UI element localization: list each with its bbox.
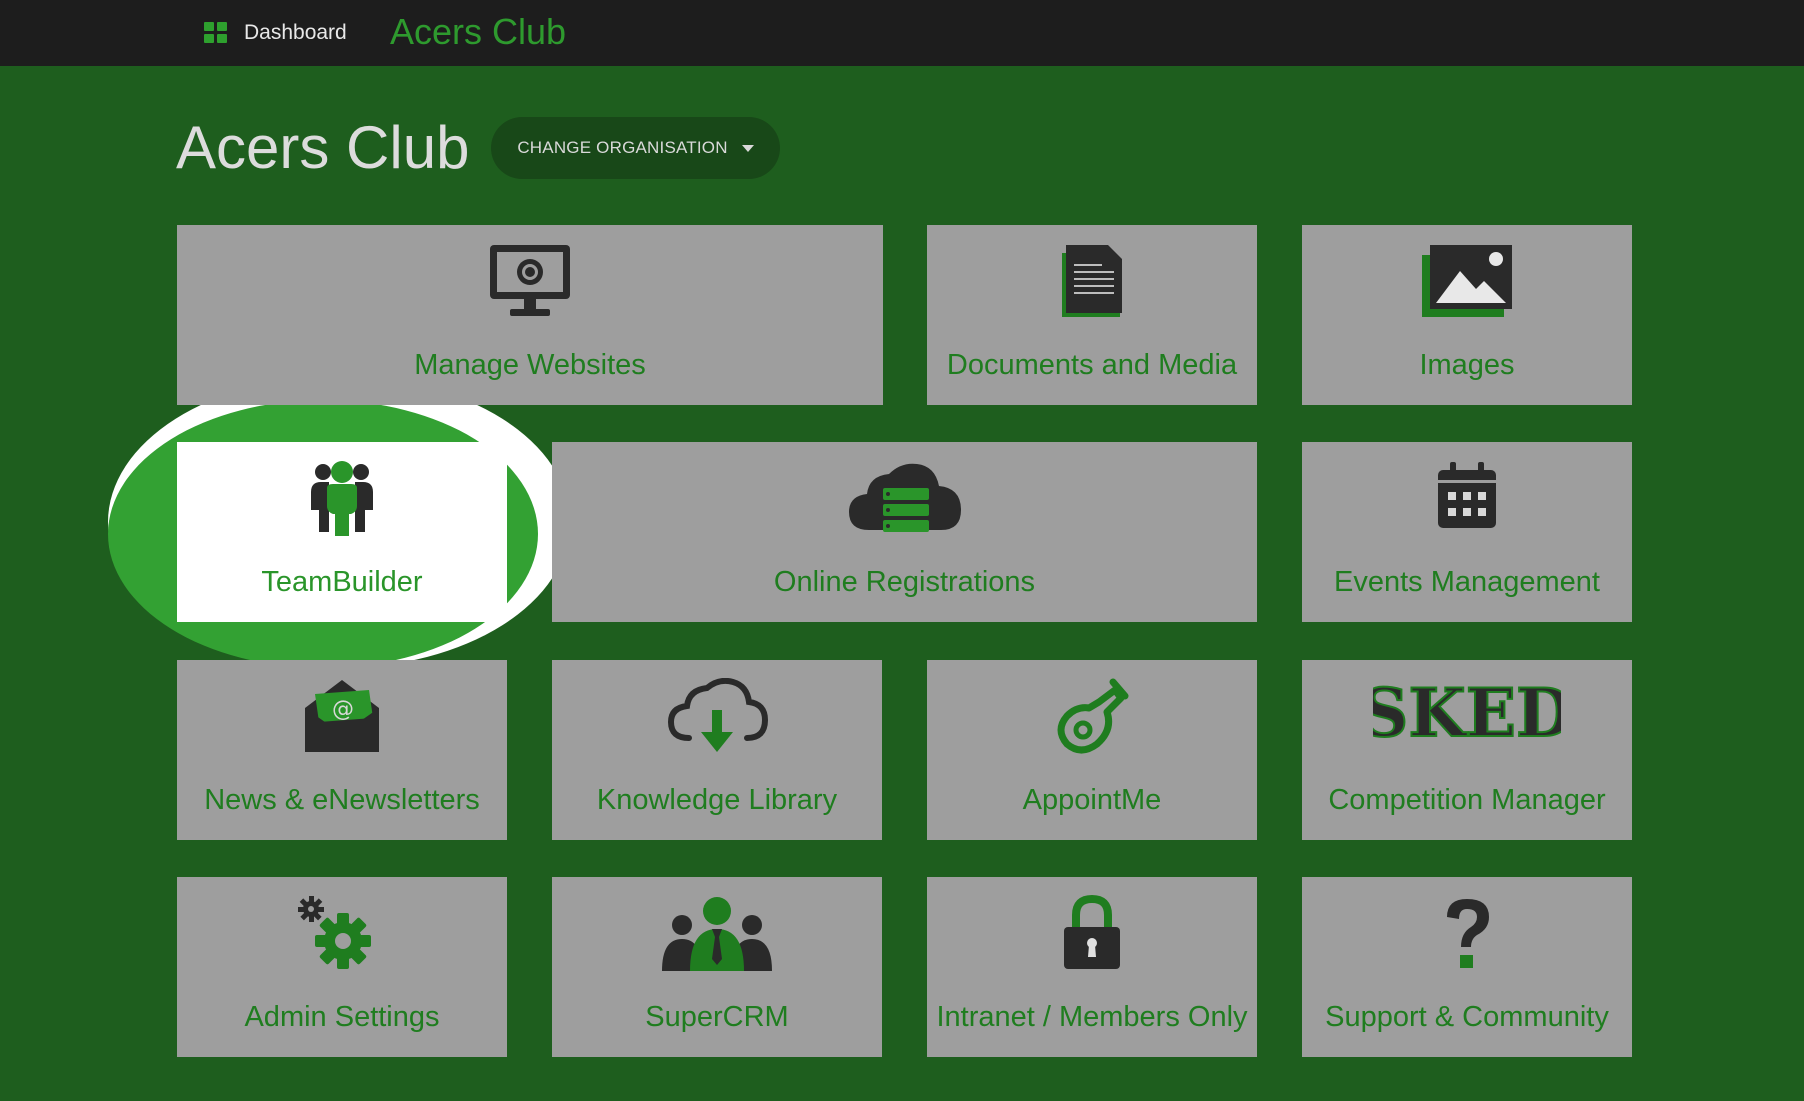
question-icon	[1447, 899, 1489, 968]
tile-label: News & eNewsletters	[204, 784, 480, 816]
sked-logo: SKED	[1373, 678, 1561, 748]
monitor-icon	[490, 245, 570, 316]
page-title: Acers Club	[176, 114, 470, 181]
tile-events-management[interactable]: Events Management	[1302, 442, 1632, 622]
top-navbar: Dashboard Acers Club	[0, 0, 1804, 66]
tile-label: Events Management	[1334, 566, 1600, 598]
gears-icon	[298, 896, 372, 969]
tile-label: Knowledge Library	[596, 784, 838, 816]
tile-appointme[interactable]: AppointMe	[927, 660, 1257, 840]
tile-news-enewsletters[interactable]: @ News & eNewsletters	[177, 660, 507, 840]
tile-manage-websites[interactable]: Manage Websites	[177, 225, 883, 405]
tile-label: Support & Community	[1325, 1001, 1609, 1033]
image-icon	[1422, 245, 1512, 317]
cloud-download-icon	[667, 678, 769, 752]
tile-support-community[interactable]: Support & Community	[1302, 877, 1632, 1057]
tile-label: TeamBuilder	[261, 566, 423, 598]
tile-label: Online Registrations	[773, 566, 1036, 598]
envelope-icon: @	[305, 680, 379, 752]
tile-documents-and-media[interactable]: Documents and Media	[927, 225, 1257, 405]
calendar-icon	[1438, 462, 1496, 528]
tile-online-registrations[interactable]: Online Registrations	[552, 442, 1257, 622]
tile-competition-manager[interactable]: SKED Competition Manager	[1302, 660, 1632, 840]
tile-label: Manage Websites	[414, 349, 646, 381]
tile-images[interactable]: Images	[1302, 225, 1632, 405]
grid-icon	[204, 22, 228, 44]
team-icon	[311, 461, 373, 536]
tile-teambuilder[interactable]: TeamBuilder	[177, 442, 507, 622]
tile-intranet-members-only[interactable]: Intranet / Members Only	[927, 877, 1257, 1057]
caret-down-icon	[741, 144, 754, 152]
svg-text:@: @	[332, 697, 354, 722]
change-organisation-button[interactable]: CHANGE ORGANISATION	[491, 117, 780, 179]
tile-admin-settings[interactable]: Admin Settings	[177, 877, 507, 1057]
tile-label: Competition Manager	[1328, 784, 1606, 816]
tile-label: Intranet / Members Only	[936, 1001, 1248, 1033]
brand-link[interactable]: Acers Club	[390, 10, 566, 54]
tile-knowledge-library[interactable]: Knowledge Library	[552, 660, 882, 840]
dashboard-link[interactable]: Dashboard	[204, 21, 347, 45]
svg-text:SKED: SKED	[1373, 678, 1561, 748]
dashboard-label: Dashboard	[244, 21, 347, 44]
tile-label: Admin Settings	[244, 1001, 440, 1033]
tile-label: Documents and Media	[946, 349, 1238, 381]
tile-label: Images	[1419, 349, 1515, 381]
people-icon	[662, 897, 772, 971]
whistle-icon	[1057, 678, 1129, 754]
cloud-database-icon	[848, 463, 961, 532]
lock-icon	[1064, 895, 1120, 969]
tile-label: SuperCRM	[645, 1001, 789, 1033]
tile-supercrm[interactable]: SuperCRM	[552, 877, 882, 1057]
change-organisation-label: CHANGE ORGANISATION	[517, 138, 728, 157]
document-icon	[1062, 245, 1122, 317]
tile-label: AppointMe	[1022, 784, 1162, 816]
